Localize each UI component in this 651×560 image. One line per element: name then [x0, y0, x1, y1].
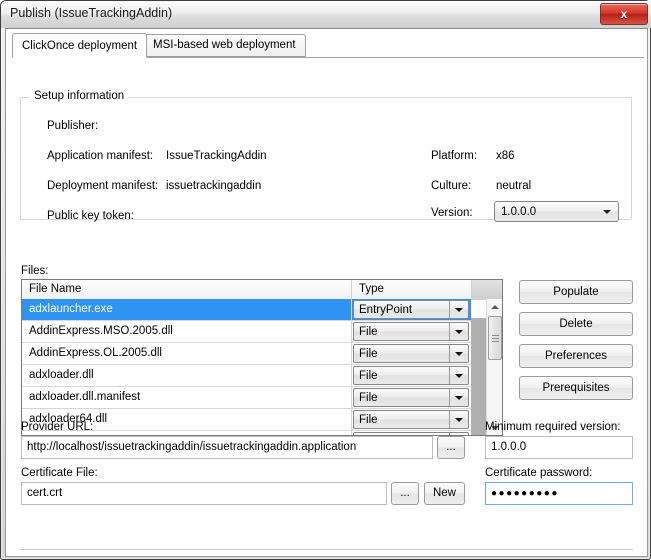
title-bar: Publish (IssueTrackingAddin) x — [1, 1, 651, 28]
files-grid[interactable]: File Name Type adxlauncher.exe EntryPoin… — [21, 279, 503, 436]
table-row[interactable]: adxlauncher.exe EntryPoint — [22, 299, 471, 321]
files-grid-scrollbar[interactable] — [486, 299, 502, 435]
column-header-type[interactable]: Type — [352, 280, 471, 299]
chevron-down-icon[interactable] — [449, 323, 468, 340]
cell-separator — [351, 299, 352, 320]
table-row[interactable]: adxloader.dll.manifest File — [22, 387, 471, 409]
file-type-value: File — [359, 348, 378, 360]
tab-clickonce-deployment[interactable]: ClickOnce deployment — [12, 33, 148, 58]
close-icon[interactable]: x — [600, 3, 648, 25]
scroll-up-arrow-icon[interactable] — [487, 299, 502, 315]
file-type-value: EntryPoint — [359, 304, 413, 316]
minimum-required-version-label: Minimum required version: — [485, 421, 621, 433]
deployment-manifest-value: issuetrackingaddin — [166, 180, 262, 192]
files-label: Files: — [21, 265, 49, 277]
files-grid-right-gutter — [471, 318, 486, 435]
files-grid-header: File Name Type — [22, 280, 502, 300]
certificate-file-label: Certificate File: — [21, 467, 98, 479]
certificate-password-label: Certificate password: — [485, 467, 593, 479]
chevron-down-icon[interactable] — [449, 411, 468, 428]
file-type-value: File — [359, 414, 378, 426]
certificate-file-input[interactable]: cert.crt — [21, 482, 387, 505]
cell-separator — [351, 321, 352, 342]
column-header-filler — [471, 280, 502, 299]
file-type-dropdown[interactable]: File — [353, 410, 469, 429]
delete-button[interactable]: Delete — [519, 312, 633, 336]
version-label: Version: — [431, 207, 473, 219]
provider-url-browse-button[interactable]: ... — [437, 436, 465, 459]
certificate-new-button[interactable]: New — [424, 482, 465, 505]
table-row[interactable]: adxloader.dll File — [22, 365, 471, 387]
cell-separator — [351, 343, 352, 364]
chevron-down-icon — [603, 209, 611, 214]
file-name-cell: adxlauncher.exe — [29, 303, 113, 315]
window-title: Publish (IssueTrackingAddin) — [10, 6, 173, 20]
version-dropdown[interactable]: 1.0.0.0 — [494, 201, 619, 222]
file-type-dropdown[interactable]: File — [353, 322, 469, 341]
culture-value: neutral — [496, 180, 532, 192]
version-dropdown-value: 1.0.0.0 — [501, 205, 537, 218]
scrollbar-thumb[interactable] — [488, 316, 502, 360]
table-row[interactable]: AddinExpress.OL.2005.dll File — [22, 343, 471, 365]
preferences-button[interactable]: Preferences — [519, 344, 633, 368]
chevron-down-icon[interactable] — [449, 389, 468, 406]
public-key-token-label: Public key token: — [47, 210, 134, 222]
file-type-dropdown[interactable]: File — [353, 366, 469, 385]
chevron-down-icon[interactable] — [449, 345, 468, 362]
file-type-value: File — [359, 326, 378, 338]
column-header-file-name[interactable]: File Name — [22, 280, 351, 299]
deployment-manifest-label: Deployment manifest: — [47, 180, 159, 192]
platform-label: Platform: — [431, 150, 478, 162]
file-name-cell: adxloader.dll — [29, 369, 94, 381]
table-row[interactable]: AddinExpress.MSO.2005.dll File — [22, 321, 471, 343]
setup-information-legend: Setup information — [30, 90, 129, 102]
files-grid-body: adxlauncher.exe EntryPoint AddinExpress.… — [22, 299, 502, 435]
chevron-down-icon[interactable] — [449, 367, 468, 384]
file-type-dropdown[interactable]: File — [353, 388, 469, 407]
provider-url-input[interactable]: http://localhost/issuetrackingaddin/issu… — [21, 436, 433, 459]
tab-msi-based-web-deployment[interactable]: MSI-based web deployment — [143, 34, 306, 57]
chevron-down-icon[interactable] — [449, 301, 468, 318]
file-name-cell: AddinExpress.OL.2005.dll — [29, 347, 162, 359]
provider-url-label: Provider URL: — [21, 421, 94, 433]
dialog-client-area: ClickOnce deployment MSI-based web deplo… — [5, 28, 648, 557]
culture-label: Culture: — [431, 180, 472, 192]
file-type-dropdown[interactable]: File — [353, 344, 469, 363]
file-name-cell: adxloader.dll.manifest — [29, 391, 141, 403]
application-manifest-label: Application manifest: — [47, 150, 154, 162]
cell-separator — [351, 409, 352, 430]
minimum-required-version-input[interactable]: 1.0.0.0 — [485, 436, 633, 459]
file-type-value: File — [359, 370, 378, 382]
footer-divider — [20, 549, 633, 550]
platform-value: x86 — [496, 150, 515, 162]
file-name-cell: AddinExpress.MSO.2005.dll — [29, 325, 173, 337]
certificate-browse-button[interactable]: ... — [391, 482, 419, 505]
prerequisites-button[interactable]: Prerequisites — [519, 376, 633, 400]
cell-separator — [351, 387, 352, 408]
cell-separator — [351, 365, 352, 386]
file-type-dropdown[interactable]: EntryPoint — [353, 300, 469, 319]
file-type-value: File — [359, 392, 378, 404]
publish-dialog-window: Publish (IssueTrackingAddin) x ClickOnce… — [0, 0, 651, 560]
populate-button[interactable]: Populate — [519, 280, 633, 304]
publisher-label: Publisher: — [47, 120, 99, 132]
tab-strip: ClickOnce deployment MSI-based web deplo… — [12, 33, 644, 58]
application-manifest-value: IssueTrackingAddin — [166, 150, 267, 162]
certificate-password-input[interactable]: ●●●●●●●●● — [485, 482, 633, 505]
tab-page-clickonce: Setup information Publisher: Application… — [6, 58, 647, 556]
